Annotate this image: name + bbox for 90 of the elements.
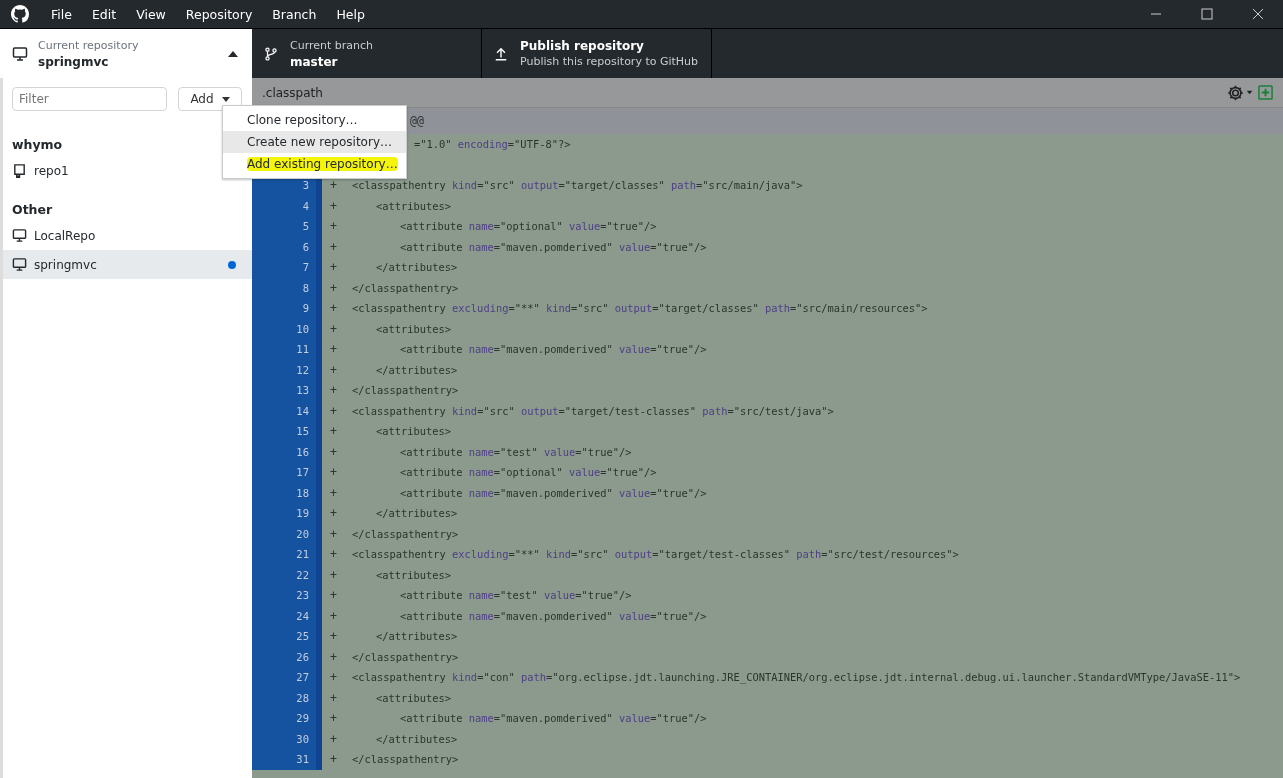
code-line: <classpathentry kind="src" output="target/classes" path="src/main/java"> bbox=[352, 179, 803, 192]
line-number: 14 bbox=[296, 404, 310, 417]
added-marker: + bbox=[329, 342, 338, 357]
line-number: 31 bbox=[296, 753, 310, 766]
line-number: 23 bbox=[296, 589, 310, 602]
code-line: ="1.0" encoding="UTF-8"?> bbox=[414, 138, 571, 151]
code-line: </attributes> bbox=[375, 732, 458, 745]
line-number: 6 bbox=[302, 240, 310, 253]
added-marker: + bbox=[329, 506, 338, 521]
code-line: <attribute name="test" value="true"/> bbox=[399, 589, 632, 602]
code-line: <attribute name="maven.pomderived" value="true"/> bbox=[399, 712, 707, 725]
added-marker: + bbox=[329, 752, 338, 767]
code-line: </attributes> bbox=[375, 630, 458, 643]
line-number: 15 bbox=[296, 425, 310, 438]
code-line: <attribute name="test" value="true"/> bbox=[399, 445, 632, 458]
added-marker: + bbox=[329, 608, 338, 623]
line-number: 28 bbox=[296, 691, 310, 704]
code-line: </attributes> bbox=[375, 363, 458, 376]
file-name: .classpath bbox=[262, 85, 323, 100]
added-marker: + bbox=[329, 219, 338, 234]
added-marker: + bbox=[329, 444, 338, 459]
added-marker: + bbox=[329, 567, 338, 582]
added-marker: + bbox=[329, 383, 338, 398]
line-number: 24 bbox=[296, 609, 310, 622]
line-number: 7 bbox=[302, 261, 310, 274]
added-marker: + bbox=[329, 547, 338, 562]
code-line: <attributes> bbox=[375, 425, 452, 438]
code-line: <classpathentry excluding="**" kind="src" output="target/classes" path="src/main/resources"> bbox=[352, 302, 928, 315]
added-marker: + bbox=[329, 178, 338, 193]
code-line: <attribute name="optional" value="true"/> bbox=[399, 220, 657, 233]
code-line: </attributes> bbox=[375, 507, 458, 520]
added-marker: + bbox=[329, 239, 338, 254]
code-line: <classpathentry kind="src" output="target/test-classes" path="src/test/java"> bbox=[352, 404, 834, 417]
line-number: 16 bbox=[296, 445, 310, 458]
line-number: 3 bbox=[302, 179, 310, 192]
code-line: </classpathentry> bbox=[352, 281, 459, 294]
line-number: 27 bbox=[296, 671, 310, 684]
line-number: 19 bbox=[296, 507, 310, 520]
code-line: <attribute name="maven.pomderived" value="true"/> bbox=[399, 486, 707, 499]
added-marker: + bbox=[329, 711, 338, 726]
line-number: 21 bbox=[296, 548, 310, 561]
code-line: <attributes> bbox=[375, 322, 452, 335]
line-number: 11 bbox=[296, 343, 310, 356]
added-marker: + bbox=[329, 526, 338, 541]
line-number: 5 bbox=[302, 220, 310, 233]
added-marker: + bbox=[329, 424, 338, 439]
line-number: 20 bbox=[296, 527, 310, 540]
line-number: 30 bbox=[296, 732, 310, 745]
group-title: Other bbox=[11, 201, 54, 219]
line-number: 12 bbox=[296, 363, 310, 376]
added-marker: + bbox=[329, 670, 338, 685]
code-line: <classpathentry excluding="**" kind="src" output="target/test-classes" path="src/test/resources"> bbox=[352, 548, 959, 561]
added-marker: + bbox=[329, 301, 338, 316]
line-number: 13 bbox=[296, 384, 310, 397]
code-line: <attributes> bbox=[375, 568, 452, 581]
line-number: 29 bbox=[296, 712, 310, 725]
code-line: <attribute name="maven.pomderived" value="true"/> bbox=[399, 609, 707, 622]
line-number: 22 bbox=[296, 568, 310, 581]
code-line: <attribute name="optional" value="true"/> bbox=[399, 466, 657, 479]
added-marker: + bbox=[329, 588, 338, 603]
line-number: 25 bbox=[296, 630, 310, 643]
added-marker: + bbox=[329, 649, 338, 664]
code-line: </attributes> bbox=[375, 261, 458, 274]
added-marker: + bbox=[329, 465, 338, 480]
added-marker: + bbox=[329, 321, 338, 336]
code-line: <classpathentry kind="con" path="org.eclipse.jdt.launching.JRE_CONTAINER/org.eclipse.jdt.internal.debug.ui.launcher.StandardVMType/JavaSE-11"> bbox=[352, 671, 1241, 684]
code-line: <attributes> bbox=[375, 691, 452, 704]
code-line: </classpathentry> bbox=[352, 753, 459, 766]
added-marker: + bbox=[329, 198, 338, 213]
code-line: <attribute name="maven.pomderived" value="true"/> bbox=[399, 343, 707, 356]
line-number: 8 bbox=[302, 281, 310, 294]
line-number: 17 bbox=[296, 466, 310, 479]
added-marker: + bbox=[329, 403, 338, 418]
added-marker: + bbox=[329, 485, 338, 500]
line-number: 10 bbox=[296, 322, 310, 335]
line-number: 18 bbox=[296, 486, 310, 499]
added-marker: + bbox=[329, 362, 338, 377]
code-line: </classpathentry> bbox=[352, 650, 459, 663]
line-number: 9 bbox=[302, 302, 310, 315]
code-line: <attributes> bbox=[375, 199, 452, 212]
code-line: </classpathentry> bbox=[352, 527, 459, 540]
code-line: </classpathentry> bbox=[352, 384, 459, 397]
line-number: 4 bbox=[302, 199, 310, 212]
added-marker: + bbox=[329, 731, 338, 746]
added-marker: + bbox=[329, 260, 338, 275]
added-marker: + bbox=[329, 690, 338, 705]
added-marker: + bbox=[329, 280, 338, 295]
line-number: 26 bbox=[296, 650, 310, 663]
code-line: <attribute name="maven.pomderived" value="true"/> bbox=[399, 240, 707, 253]
added-marker: + bbox=[329, 629, 338, 644]
